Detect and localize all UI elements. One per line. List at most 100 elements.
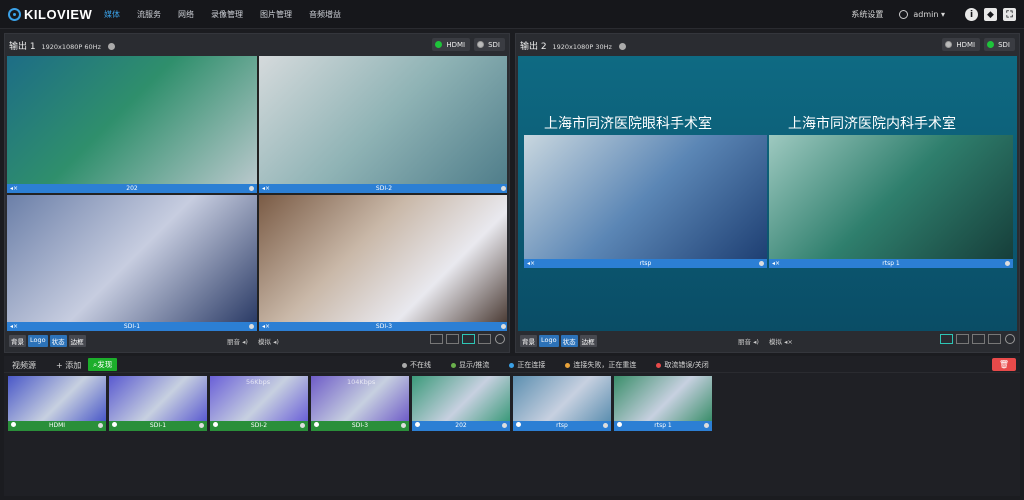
gear-icon[interactable] [98,423,103,428]
sdi-toggle[interactable]: SDI [474,38,505,51]
remove-icon[interactable] [1005,334,1015,344]
analog-volume[interactable]: 模拟 ◂× [769,336,793,346]
logo: KILOVIEW [8,7,92,22]
border-button[interactable]: 边框 [579,335,597,347]
volume-icon[interactable]: ◂× [10,184,18,193]
source-thumbnail[interactable]: rtsp [513,376,611,431]
gear-icon[interactable] [249,186,254,191]
info-icon[interactable]: i [965,8,978,21]
background-button[interactable]: 背景 [9,335,26,347]
layout-2-button[interactable] [446,334,459,344]
status-legend: 不在线 显示/推流 正在连接 连接失败，正在重连 取流错误/关闭 [402,360,729,370]
gear-icon[interactable] [603,423,608,428]
source-thumbnail[interactable]: SDI-1 [109,376,207,431]
nav-record[interactable]: 录像管理 [211,0,243,29]
nav-image[interactable]: 图片管理 [260,0,292,29]
source-thumbnail[interactable]: 104Kbps SDI-3 [311,376,409,431]
logo-button[interactable]: Logo [539,335,559,347]
source-thumbnail[interactable]: rtsp 1 [614,376,712,431]
logo-button[interactable]: Logo [28,335,48,347]
discover-button[interactable]: ⌕发现 [88,358,118,371]
add-source-button[interactable]: + 添加 [56,360,81,371]
logo-text: KILOVIEW [24,7,93,22]
info-icon[interactable] [11,422,16,427]
layout-4-button[interactable] [462,334,475,344]
user-menu[interactable]: admin ▾ [899,10,945,19]
source-thumbnail[interactable]: HDMI [8,376,106,431]
video-frame [769,135,1013,259]
info-icon[interactable] [213,422,218,427]
hdmi-toggle[interactable]: HDMI [942,38,981,51]
hifi-label: 丽音 [227,338,240,346]
info-icon[interactable] [516,422,521,427]
layout-1-button[interactable] [430,334,443,344]
video-cell-sdi-1[interactable]: ◂× SDI-1 [7,195,257,331]
gear-icon[interactable] [618,43,626,50]
info-icon[interactable] [617,422,622,427]
sdi-label: SDI [998,40,1010,49]
layout-3-button[interactable] [478,334,491,344]
layout-3-button[interactable] [988,334,1001,344]
source-thumbnail[interactable]: 202 [412,376,510,431]
hifi-volume[interactable]: 丽音 ◂) [738,336,759,346]
hifi-label: 丽音 [738,338,751,346]
info-icon[interactable] [314,422,319,427]
legend-label: 显示/推流 [459,361,490,369]
gear-icon[interactable] [759,261,764,266]
status-button[interactable]: 状态 [560,335,578,347]
analog-volume[interactable]: 模拟 ◂) [258,336,279,346]
sdi-toggle[interactable]: SDI [984,38,1015,51]
video-frame [259,56,507,184]
status-dot [402,362,407,368]
video-cell-rtsp[interactable]: ◂× rtsp [524,135,767,268]
delete-button[interactable]: 🗑 [992,358,1016,371]
remove-icon[interactable] [495,334,505,344]
status-button[interactable]: 状态 [49,335,67,347]
gear-icon[interactable] [300,423,305,428]
nav-media[interactable]: 媒体 [104,0,120,29]
video-cell-sdi-2[interactable]: ◂× SDI-2 [259,56,507,193]
volume-icon[interactable]: ◂× [527,259,535,268]
shield-icon[interactable]: ◆ [984,8,997,21]
layout-4-button[interactable] [972,334,985,344]
tab-video-source[interactable]: 视频源 [12,360,36,371]
video-cell-sdi-3[interactable]: ◂× SDI-3 [259,195,507,331]
legend-item: 连接失败，正在重连 [565,360,646,370]
background-button[interactable]: 背景 [520,335,537,347]
video-frame [7,56,257,184]
room-title-2: 上海市同济医院内科手术室 [788,116,956,132]
gear-icon[interactable] [501,324,506,329]
gear-icon[interactable] [199,423,204,428]
video-frame [259,195,507,322]
info-icon[interactable] [112,422,117,427]
nav-stream[interactable]: 流服务 [137,0,161,29]
source-thumbnails: HDMI SDI-1 56Kbps SDI-2 104Kbps SDI-3 202 rtsp r… [8,376,715,431]
gear-icon[interactable] [502,423,507,428]
video-cell-202[interactable]: ◂× 202 [7,56,257,193]
output-1-panel: 输出 1 1920x1080P 60Hz HDMI SDI ◂× 202 ◂× SD… [4,33,510,353]
gear-icon[interactable] [401,423,406,428]
thumbnail-frame [412,376,510,421]
legend-item: 显示/推流 [451,360,499,370]
volume-icon[interactable]: ◂× [262,184,270,193]
hdmi-toggle[interactable]: HDMI [432,38,471,51]
layout-2-button[interactable] [956,334,969,344]
gear-icon[interactable] [704,423,709,428]
fullscreen-icon[interactable]: ⛶ [1003,8,1016,21]
video-cell-rtsp-1[interactable]: ◂× rtsp 1 [769,135,1013,268]
gear-icon[interactable] [1005,261,1010,266]
layout-1-button[interactable] [940,334,953,344]
bitrate-label: 56Kbps [246,378,271,386]
info-icon[interactable] [415,422,420,427]
gear-icon[interactable] [107,43,115,50]
hifi-volume[interactable]: 丽音 ◂) [227,336,248,346]
legend-label: 取流错误/关闭 [664,361,709,369]
gear-icon[interactable] [501,186,506,191]
border-button[interactable]: 边框 [68,335,86,347]
gear-icon[interactable] [249,324,254,329]
source-thumbnail[interactable]: 56Kbps SDI-2 [210,376,308,431]
settings-link[interactable]: 系统设置 [851,9,883,20]
nav-audio[interactable]: 音频增益 [309,0,341,29]
volume-icon[interactable]: ◂× [772,259,780,268]
nav-network[interactable]: 网络 [178,0,194,29]
